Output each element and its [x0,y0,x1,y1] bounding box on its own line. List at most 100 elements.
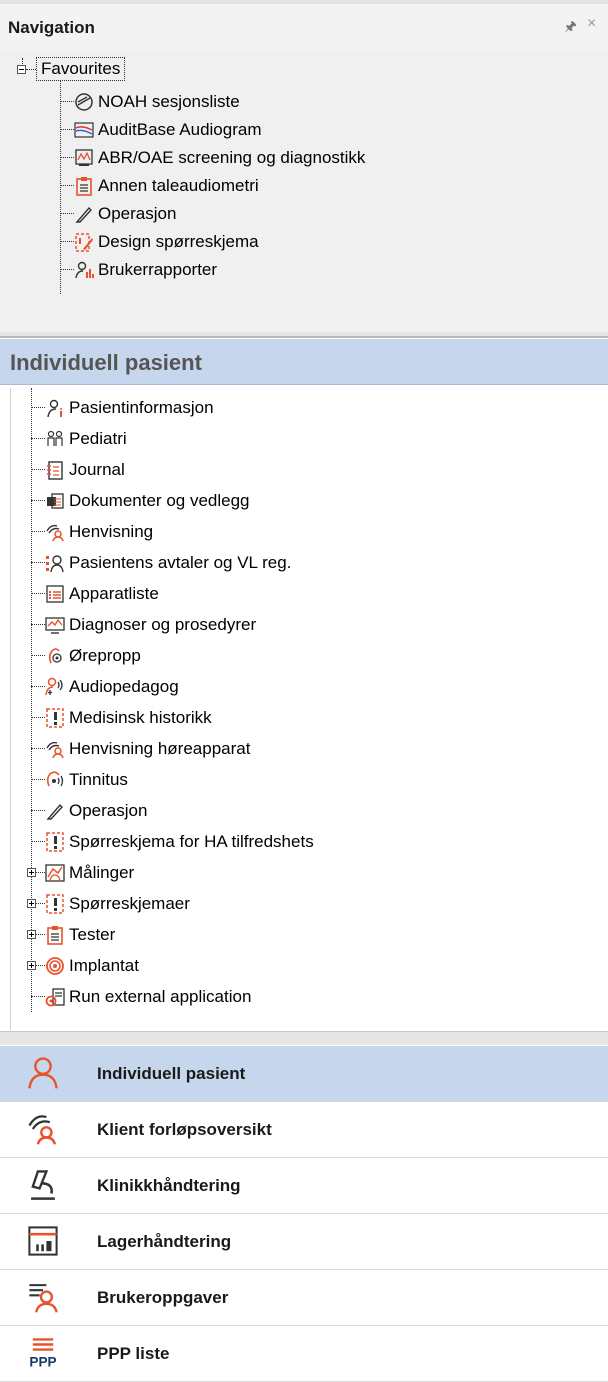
favourite-item[interactable]: ABR/OAE screening og diagnostikk [74,144,365,172]
tree-line [31,779,45,780]
tree-line [60,241,74,242]
favourite-item-label: AuditBase Audiogram [98,120,262,139]
favourite-item-label: Operasjon [98,204,177,223]
patient-tree-item[interactable]: Pasientinformasjon [45,394,214,422]
favourites-root[interactable]: Favourites [36,55,126,83]
nav-item-label: Individuell pasient [97,1064,246,1083]
clipboard-icon [45,925,65,945]
patient-tree-item[interactable]: Spørreskjemaer [45,890,190,918]
nav-item[interactable]: PPP PPP liste [0,1326,608,1382]
expand-icon[interactable] [27,961,36,970]
tree-line [60,213,74,214]
patient-tree-item[interactable]: Spørreskjema for HA tilfredshets [45,828,314,856]
favourite-item[interactable]: Annen taleaudiometri [74,172,259,200]
implant-icon [45,956,65,976]
patient-tree-item[interactable]: Henvisning høreapparat [45,735,250,763]
patient-tree-item[interactable]: Ørepropp [45,642,141,670]
inventory-icon [26,1224,60,1258]
patient-tree-item[interactable]: Implantat [45,952,139,980]
patient-tree-item[interactable]: Operasjon [45,797,147,825]
scalpel-icon [45,801,65,821]
audiogram-icon [74,120,94,140]
patient-tree-item[interactable]: Apparatliste [45,580,159,608]
patient-tree-item-label: Målinger [69,863,135,882]
questionnaire-icon [45,894,65,914]
tree-line [60,269,74,270]
patient-tree-item[interactable]: Run external application [45,983,251,1011]
medical-history-icon [45,708,65,728]
patient-tree-item[interactable]: Målinger [45,859,134,887]
navigation-panel-header: Navigation 🖈︎ × [0,0,608,50]
favourite-item-label: Design spørreskjema [98,232,259,251]
tree-line [31,996,45,997]
tree-line [60,185,74,186]
nav-item[interactable]: Lagerhåndtering [0,1214,608,1270]
tree-line [31,438,45,439]
patient-tree-item[interactable]: Journal [45,456,125,484]
nav-item-label: Klinikkhåndtering [97,1176,241,1195]
patient-tree-item-label: Apparatliste [69,584,159,603]
user-tasks-icon [26,1280,60,1314]
collapse-icon[interactable] [17,65,26,74]
patient-tree-item[interactable]: Pediatri [45,425,127,453]
section-header: Individuell pasient [0,339,608,385]
measurements-icon [45,863,65,883]
patient-tree-item-label: Medisinsk historikk [69,708,212,727]
panel-splitter[interactable] [0,332,608,338]
favourite-item[interactable]: Design spørreskjema [74,228,259,256]
nav-item-label: Klient forløpsoversikt [97,1120,272,1139]
patient-tree-item-label: Henvisning [69,522,154,541]
nav-item-label: Lagerhåndtering [97,1232,232,1251]
favourite-item[interactable]: Operasjon [74,200,176,228]
client-overview-icon [26,1112,60,1146]
expand-icon[interactable] [27,930,36,939]
tree-line [31,624,45,625]
favourite-item[interactable]: AuditBase Audiogram [74,116,262,144]
patient-tree-item-label: Run external application [69,987,252,1006]
patient-tree-item[interactable]: Diagnoser og prosedyrer [45,611,256,639]
tree-line [60,101,74,102]
tree-line [31,469,45,470]
patient-tree-item[interactable]: Dokumenter og vedlegg [45,487,250,515]
patient-tree-item-label: Spørreskjemaer [69,894,190,913]
external-app-icon [45,987,65,1007]
patient-tree-item-label: Ørepropp [69,646,141,665]
patient-tree-item[interactable]: Henvisning [45,518,153,546]
patient-tree-item[interactable]: Medisinsk historikk [45,704,212,732]
tree-line [31,500,45,501]
scalpel-icon [74,204,94,224]
tree-line [31,686,45,687]
nav-item[interactable]: Individuell pasient [0,1046,608,1102]
patient-tree-item-label: Pasientens avtaler og VL reg. [69,553,292,572]
expand-icon[interactable] [27,868,36,877]
clipboard-icon [74,176,94,196]
tree-line [31,748,45,749]
nav-item[interactable]: Klinikkhåndtering [0,1158,608,1214]
favourite-item[interactable]: Brukerrapporter [74,256,217,284]
favourite-item-label: ABR/OAE screening og diagnostikk [98,148,366,167]
tree-line [31,655,45,656]
tree-line [31,593,45,594]
nav-item[interactable]: Klient forløpsoversikt [0,1102,608,1158]
nav-item-label: Brukeroppgaver [97,1288,229,1307]
user-report-icon [74,260,94,280]
patient-tree-item-label: Tinnitus [69,770,128,789]
close-icon[interactable]: × [587,15,596,33]
tree-line [31,810,45,811]
patient-tree-item[interactable]: Tinnitus [45,766,128,794]
tree-line [60,129,74,130]
pediatric-icon [45,429,65,449]
nav-item[interactable]: Brukeroppgaver [0,1270,608,1326]
patient-tree-item-label: Dokumenter og vedlegg [69,491,250,510]
pin-icon[interactable]: 🖈︎ [564,16,577,40]
patient-tree-item[interactable]: Pasientens avtaler og VL reg. [45,549,291,577]
expand-icon[interactable] [27,899,36,908]
patient-info-icon [45,398,65,418]
person-icon [26,1056,60,1090]
patient-tree-item[interactable]: Audiopedagog [45,673,179,701]
favourite-item[interactable]: NOAH sesjonsliste [74,88,240,116]
patient-tree-item[interactable]: Tester [45,921,115,949]
referral-icon [45,522,65,542]
patient-tree-item-label: Pediatri [69,429,127,448]
panel-splitter[interactable] [0,1031,608,1045]
